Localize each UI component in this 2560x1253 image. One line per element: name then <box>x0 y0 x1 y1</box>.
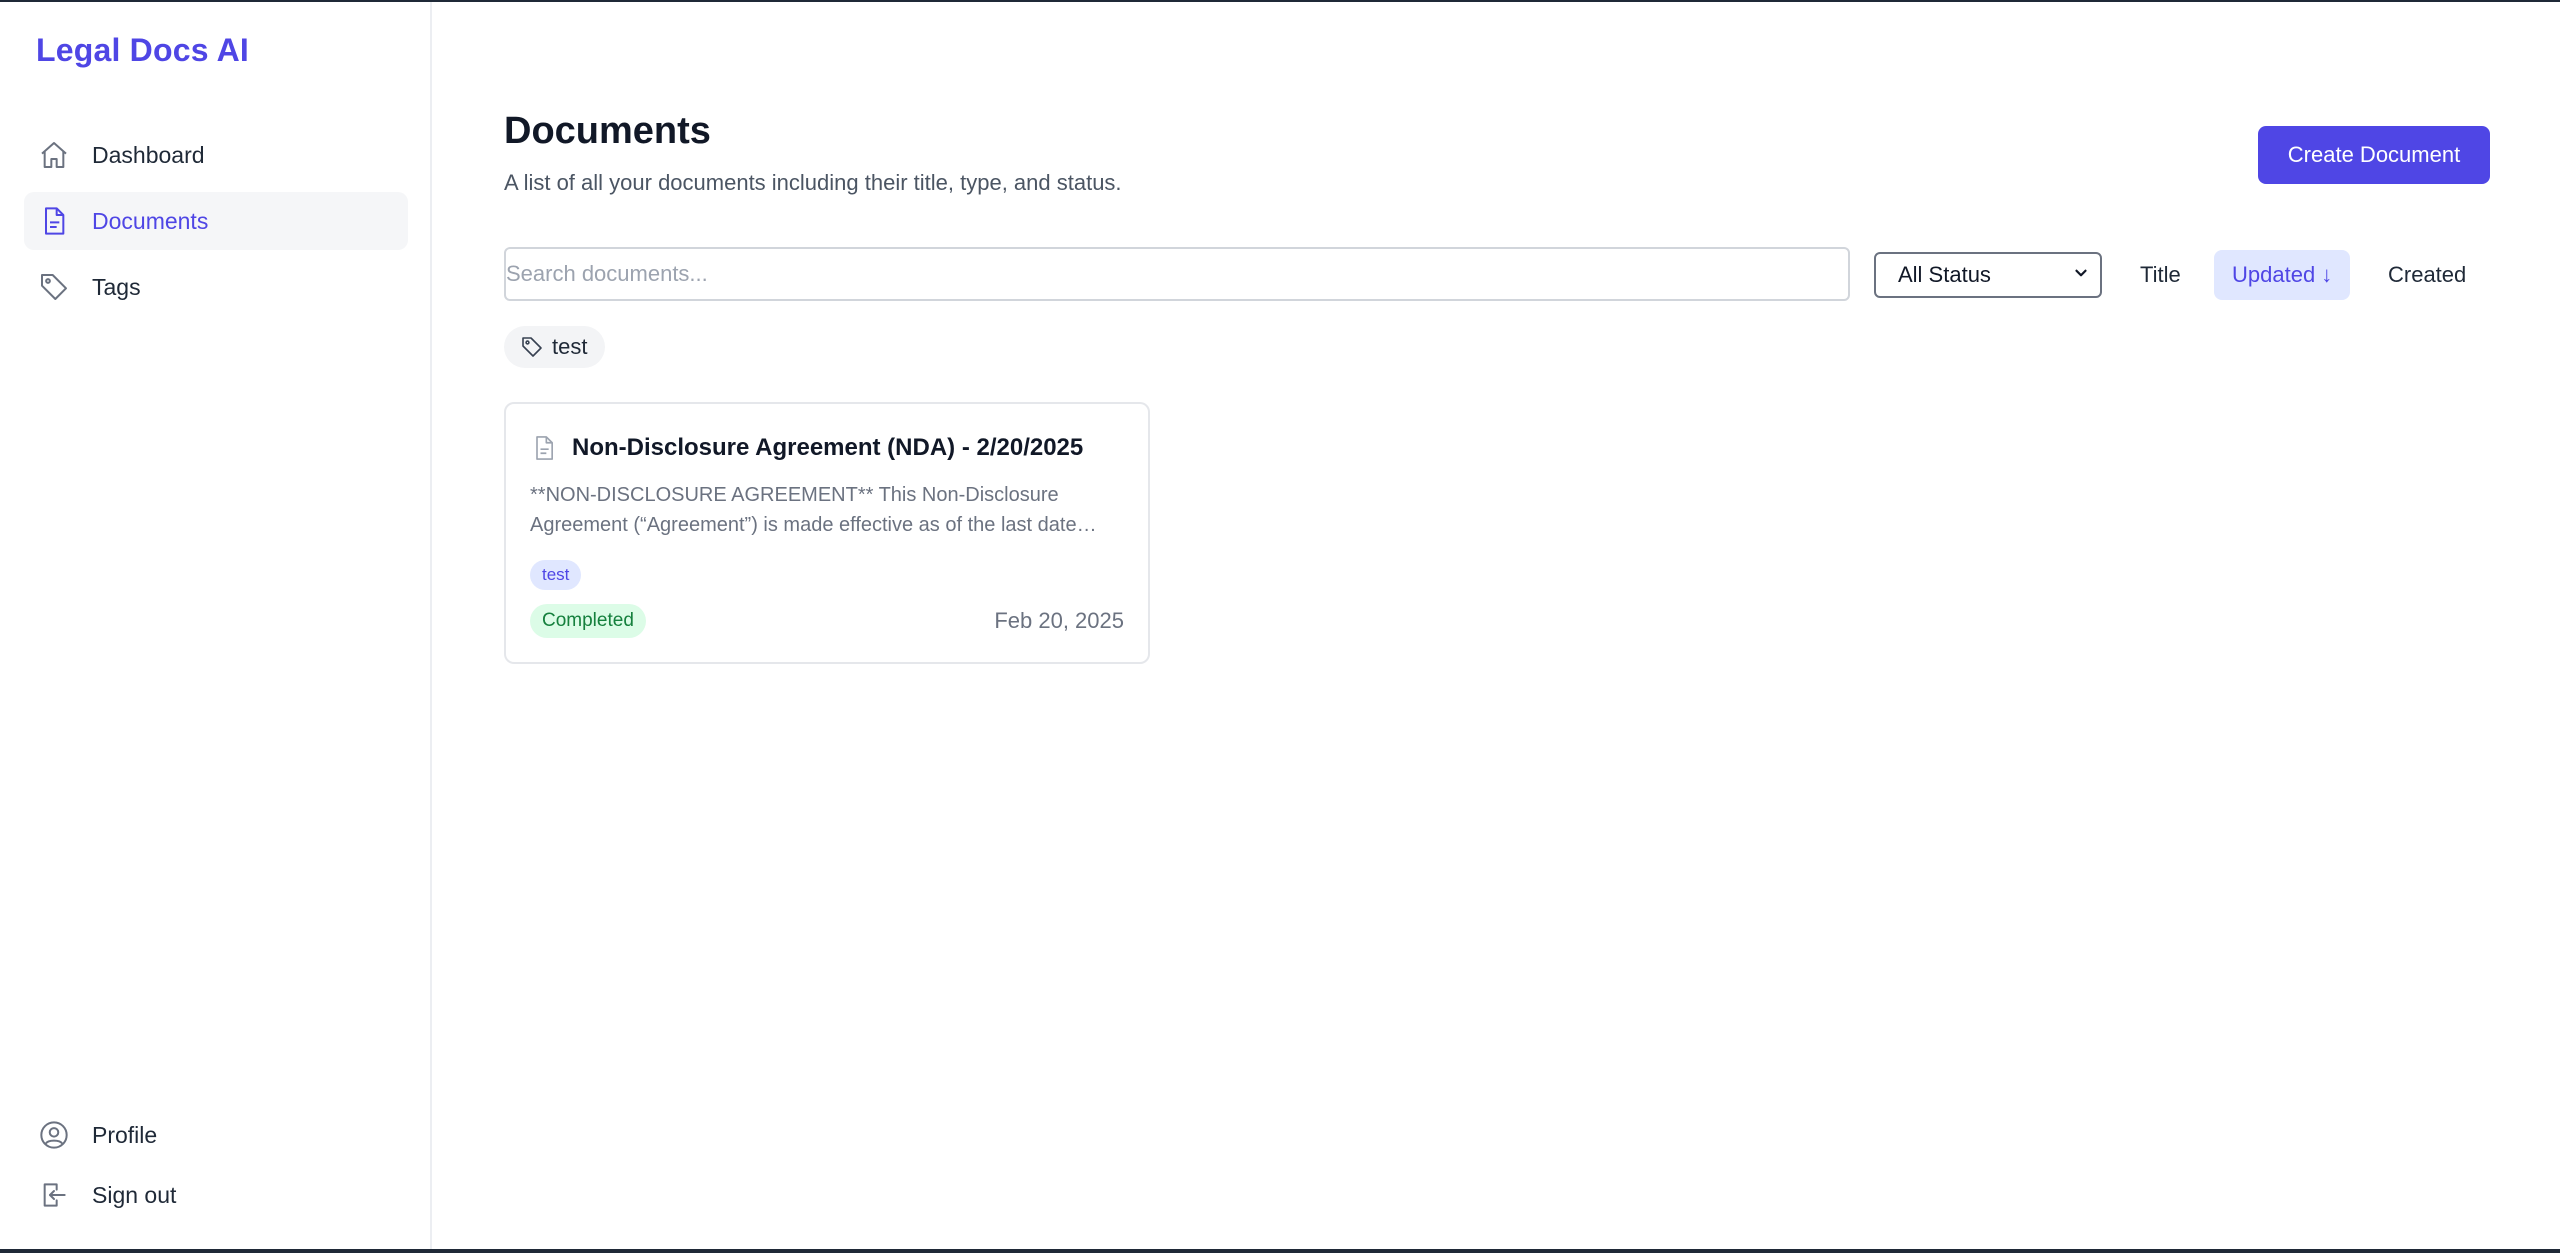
sidebar-item-tags[interactable]: Tags <box>24 258 408 316</box>
main-content: Documents A list of all your documents i… <box>434 2 2560 1249</box>
sidebar-item-label: Sign out <box>92 1181 177 1208</box>
sidebar-item-profile[interactable]: Profile <box>24 1106 408 1164</box>
create-document-button[interactable]: Create Document <box>2258 126 2490 184</box>
tag-icon <box>520 335 544 359</box>
page-subtitle: A list of all your documents including t… <box>504 170 1122 195</box>
sidebar-bottom-nav: Profile Sign out <box>24 1106 408 1226</box>
tag-filter-label: test <box>552 334 588 359</box>
document-card[interactable]: Non-Disclosure Agreement (NDA) - 2/20/20… <box>504 402 1150 664</box>
document-excerpt: **NON-DISCLOSURE AGREEMENT** This Non-Di… <box>530 484 1077 536</box>
tag-filter-chip[interactable]: test <box>504 326 606 368</box>
status-badge: Completed <box>530 604 646 638</box>
brand-logo[interactable]: Legal Docs AI <box>36 32 249 69</box>
document-date: Feb 20, 2025 <box>994 608 1124 633</box>
user-circle-icon <box>38 1119 70 1151</box>
window-bottom-border <box>0 1249 2560 1253</box>
sidebar-item-label: Documents <box>92 207 209 234</box>
sidebar-item-documents[interactable]: Documents <box>24 192 408 250</box>
status-filter-select[interactable]: All Status <box>1874 252 2102 298</box>
document-icon <box>38 205 70 237</box>
sidebar: Legal Docs AI Dashboard Documents Tags P… <box>0 2 432 1249</box>
sidebar-item-sign-out[interactable]: Sign out <box>24 1166 408 1224</box>
search-input[interactable] <box>504 247 1850 301</box>
sidebar-item-dashboard[interactable]: Dashboard <box>24 126 408 184</box>
sidebar-item-label: Dashboard <box>92 141 205 168</box>
document-title[interactable]: Non-Disclosure Agreement (NDA) - 2/20/20… <box>572 434 1083 462</box>
home-icon <box>38 139 70 171</box>
sign-out-icon <box>38 1179 70 1211</box>
status-filter-value: All Status <box>1898 262 1991 287</box>
sidebar-item-label: Profile <box>92 1121 158 1148</box>
sidebar-item-label: Tags <box>92 273 141 300</box>
document-icon <box>530 434 558 462</box>
page-title: Documents <box>504 110 711 152</box>
sort-by-updated-button[interactable]: Updated ↓ <box>2214 250 2351 300</box>
sort-by-title-button[interactable]: Title <box>2122 250 2199 300</box>
tag-icon <box>38 271 70 303</box>
document-tag[interactable]: test <box>530 560 582 590</box>
sidebar-nav: Dashboard Documents Tags <box>24 126 408 324</box>
sort-by-created-button[interactable]: Created <box>2370 250 2484 300</box>
chevron-down-icon <box>2072 262 2090 288</box>
